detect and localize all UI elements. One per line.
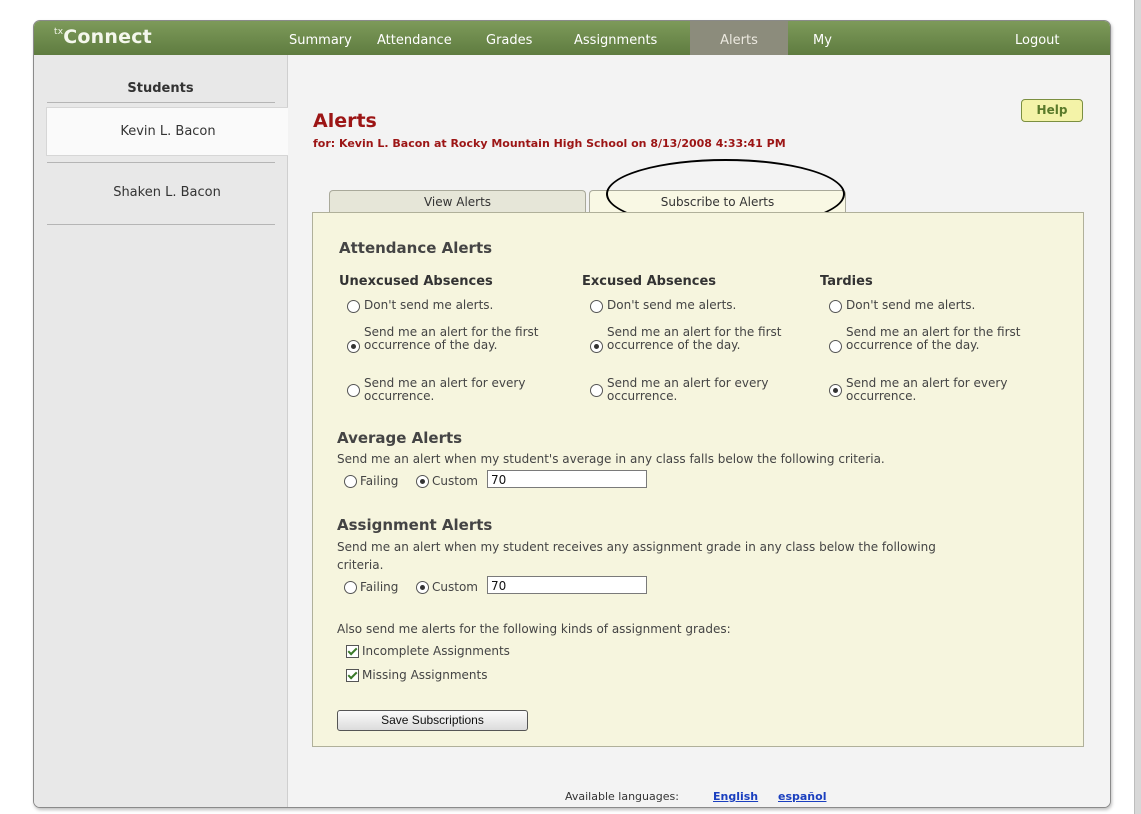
nav-assignments[interactable]: Assignments (574, 21, 657, 55)
top-nav-bar: txConnect Summary Attendance Grades Assi… (34, 21, 1110, 88)
languages-label: Available languages: (565, 790, 679, 803)
tardies-radio-every[interactable] (829, 384, 842, 397)
tardies-option-first: Send me an alert for the first occurrenc… (846, 325, 1021, 352)
excused-radio-every[interactable] (590, 384, 603, 397)
divider (47, 224, 275, 225)
page-title: Alerts (313, 110, 377, 132)
unexcused-heading: Unexcused Absences (339, 274, 493, 289)
nav-grades[interactable]: Grades (486, 21, 532, 55)
assignment-radio-failing[interactable] (344, 581, 357, 594)
assignment-radio-custom[interactable] (416, 581, 429, 594)
unexcused-option-first: Send me an alert for the first occurrenc… (364, 325, 539, 352)
txconnect-logo: txConnect (54, 26, 152, 48)
assignment-description-line1: Send me an alert when my student receive… (337, 540, 936, 554)
incomplete-label: Incomplete Assignments (362, 644, 510, 658)
language-english-link[interactable]: English (713, 790, 758, 803)
average-failing-label: Failing (360, 474, 399, 488)
average-custom-label: Custom (432, 474, 478, 488)
unexcused-option-none: Don't send me alerts. (364, 298, 494, 312)
students-sidebar: Students Kevin L. Bacon Shaken L. Bacon (34, 55, 289, 807)
students-heading: Students (127, 81, 194, 96)
unexcused-option-every: Send me an alert for every occurrence. (364, 376, 526, 403)
spanish-link[interactable]: español (778, 790, 826, 803)
missing-label: Missing Assignments (362, 668, 488, 682)
unexcused-radio-every[interactable] (347, 384, 360, 397)
also-send-label: Also send me alerts for the following ki… (337, 622, 731, 636)
missing-checkbox[interactable] (346, 669, 359, 682)
incomplete-checkbox[interactable] (346, 645, 359, 658)
nav-my-account[interactable]: My Account (813, 21, 866, 88)
tardies-heading: Tardies (820, 274, 873, 289)
average-custom-input[interactable]: 70 (487, 470, 647, 488)
assignment-custom-label: Custom (432, 580, 478, 594)
language-spanish-link[interactable]: español (778, 790, 826, 803)
student-kevin[interactable]: Kevin L. Bacon (46, 107, 289, 156)
excused-option-none: Don't send me alerts. (607, 298, 737, 312)
excused-heading: Excused Absences (582, 274, 717, 289)
excused-option-first: Send me an alert for the first occurrenc… (607, 325, 782, 352)
page-subtitle: for: Kevin L. Bacon at Rocky Mountain Hi… (313, 137, 786, 150)
student-shaken[interactable]: Shaken L. Bacon (46, 185, 288, 200)
tardies-radio-none[interactable] (829, 300, 842, 313)
app-window: txConnect Summary Attendance Grades Assi… (33, 20, 1111, 808)
scrollbar[interactable] (1134, 0, 1141, 814)
average-description: Send me an alert when my student's avera… (337, 452, 885, 466)
assignment-failing-label: Failing (360, 580, 399, 594)
save-subscriptions-button[interactable]: Save Subscriptions (337, 710, 528, 731)
main-content: Alerts for: Kevin L. Bacon at Rocky Moun… (288, 55, 1110, 807)
unexcused-radio-none[interactable] (347, 300, 360, 313)
nav-attendance[interactable]: Attendance (377, 21, 452, 55)
divider (47, 102, 275, 103)
average-heading: Average Alerts (337, 429, 463, 447)
subscribe-panel: Attendance Alerts Unexcused Absences Don… (312, 212, 1084, 747)
tardies-option-none: Don't send me alerts. (846, 298, 976, 312)
tardies-option-every: Send me an alert for every occurrence. (846, 376, 1008, 403)
assignment-description-line2: criteria. (337, 558, 384, 572)
tardies-radio-first[interactable] (829, 340, 842, 353)
english-link[interactable]: English (713, 790, 758, 803)
unexcused-radio-first[interactable] (347, 340, 360, 353)
attendance-heading: Attendance Alerts (339, 239, 493, 257)
nav-summary[interactable]: Summary (289, 21, 352, 55)
window-top (0, 0, 1141, 12)
excused-option-every: Send me an alert for every occurrence. (607, 376, 769, 403)
excused-radio-none[interactable] (590, 300, 603, 313)
divider (47, 162, 275, 163)
assignment-custom-input[interactable]: 70 (487, 576, 647, 594)
assignment-heading: Assignment Alerts (337, 516, 493, 534)
tab-view-alerts[interactable]: View Alerts (329, 190, 586, 213)
nav-logout[interactable]: Logout (1015, 21, 1060, 55)
average-radio-failing[interactable] (344, 475, 357, 488)
average-radio-custom[interactable] (416, 475, 429, 488)
excused-radio-first[interactable] (590, 340, 603, 353)
help-button[interactable]: Help (1021, 99, 1083, 122)
nav-alerts[interactable]: Alerts (690, 21, 788, 55)
tab-subscribe-alerts[interactable]: Subscribe to Alerts (589, 190, 846, 214)
